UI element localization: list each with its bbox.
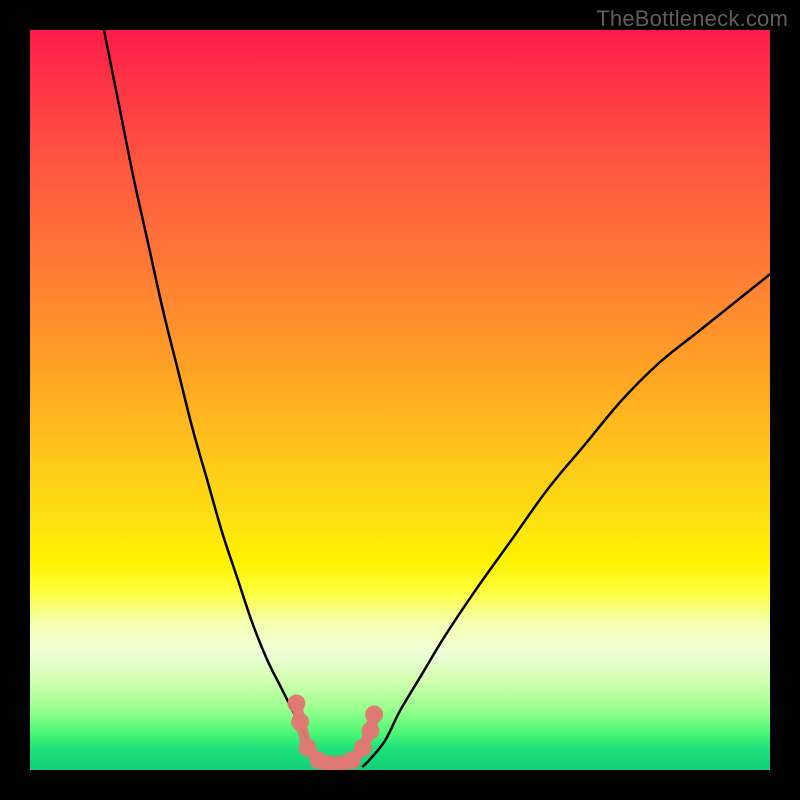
left-curve [104, 30, 326, 766]
plot-area [30, 30, 770, 770]
watermark-text: TheBottleneck.com [596, 6, 788, 32]
valley-markers [287, 694, 383, 770]
curve-layer [30, 30, 770, 770]
right-curve [363, 274, 770, 766]
chart-frame: TheBottleneck.com [0, 0, 800, 800]
